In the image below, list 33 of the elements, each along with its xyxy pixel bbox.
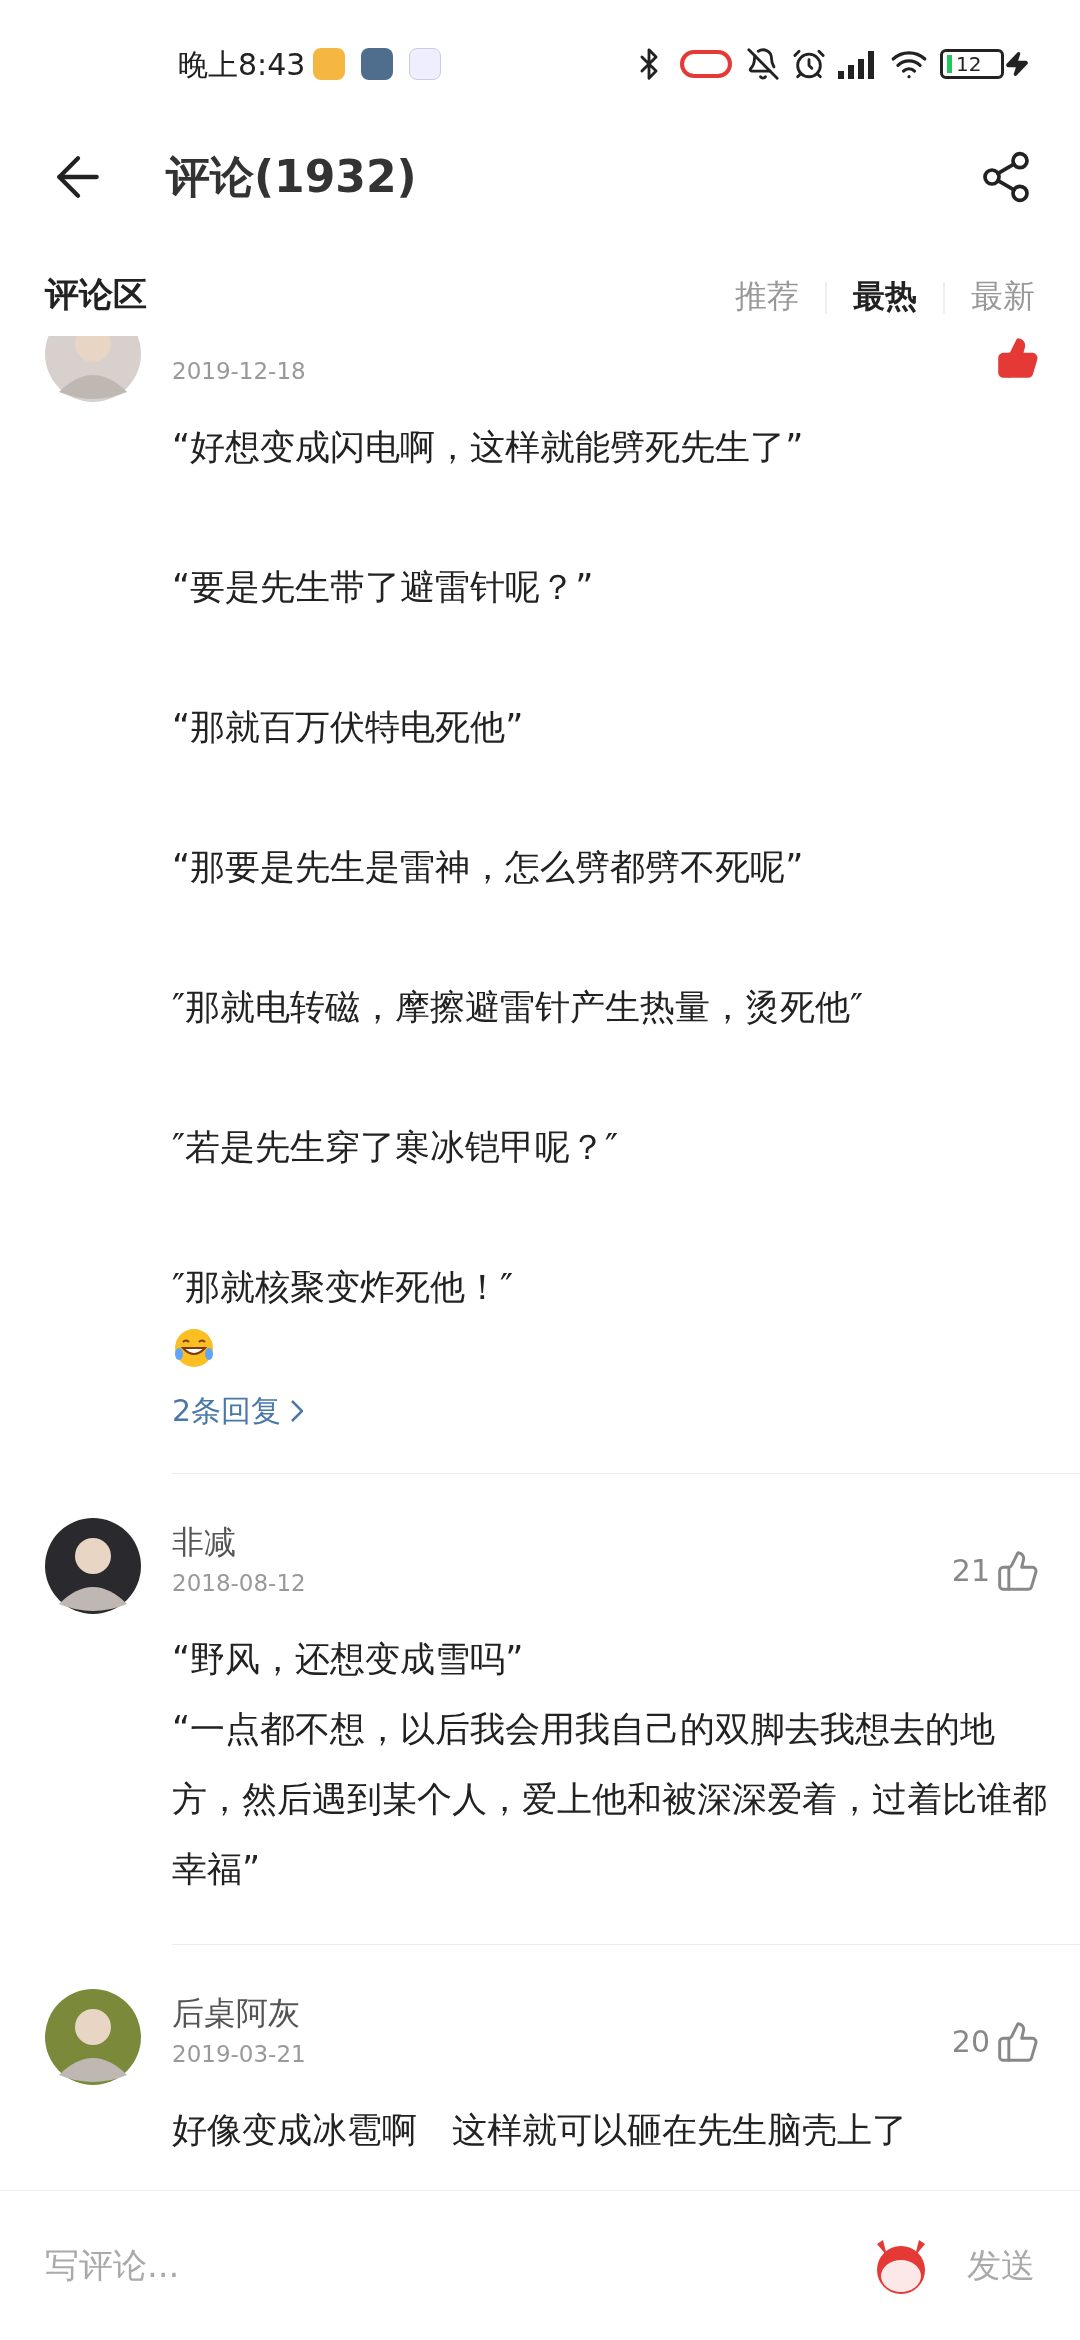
replies-link[interactable]: 2条回复 <box>172 1388 304 1433</box>
status-time: 晚上8:43 <box>178 45 306 84</box>
like-count: 20 <box>951 2023 990 2061</box>
page-title: 评论(1932) <box>166 150 418 204</box>
thumbs-up-icon[interactable] <box>996 1548 1040 1593</box>
charging-icon <box>1004 51 1030 77</box>
comment-input[interactable]: 写评论... <box>45 2240 869 2291</box>
sort-tab[interactable]: 推荐 <box>735 272 799 320</box>
section-title: 评论区 <box>45 273 148 316</box>
thumbs-up-icon[interactable] <box>996 336 1040 380</box>
user-name: 非减 <box>172 1522 237 1563</box>
comment-text: “野风，还想变成雪吗” “一点都不想，以后我会用我自己的双脚去我想去的地方，然后遇到某个人，爱上他和被深深爱着，过着比谁都幸福” <box>172 1638 1048 1891</box>
avatar-icon <box>45 1989 141 2085</box>
bell-off-icon <box>746 47 780 81</box>
alarm-icon <box>792 47 826 81</box>
comment-text: 好像变成冰雹啊 这样就可以砸在先生脑壳上了 <box>172 2109 908 2152</box>
settings-app-icon <box>361 48 394 80</box>
comment-date: 2019-03-21 <box>172 2040 307 2069</box>
battery-indicator: 12 <box>940 49 1004 79</box>
sort-tab[interactable]: 最新 <box>971 272 1035 320</box>
chevron-right-icon <box>291 1399 304 1422</box>
avatar-icon <box>45 1518 141 1614</box>
comment-date: 2018-08-12 <box>172 1569 307 1598</box>
notes-app-icon <box>313 48 346 80</box>
toggle-icon <box>680 50 732 78</box>
comment-date: 2019-12-18 <box>172 357 307 386</box>
comment-text: “好想变成闪电啊，这样就能劈死先生了” “要是先生带了避雷针呢？” “那就百万伏特电死他” “那要是先生是雷神，怎么劈都劈不死呢” ″那就电转磁，摩擦避雷针产生热量，烫死他″ ″若是先生穿了寒冰铠甲呢？″ ″那就核聚变炸死他！″ <box>172 426 865 1309</box>
sort-tab[interactable]: 最热 <box>853 272 917 320</box>
app-notification-icon <box>409 48 442 80</box>
send-button[interactable]: 发送 <box>967 2240 1035 2291</box>
thumbs-up-icon[interactable] <box>996 2019 1040 2064</box>
user-name: 后桌阿灰 <box>172 1993 301 2034</box>
like-count: 21 <box>951 1552 990 1590</box>
